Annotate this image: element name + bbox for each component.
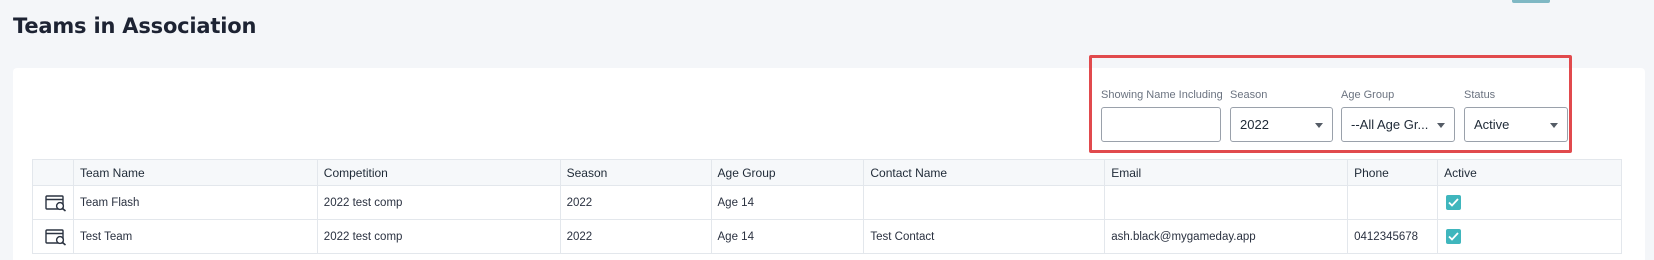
column-header-age-group[interactable]: Age Group [710, 159, 865, 186]
contact-name-cell [863, 185, 1106, 220]
season-select[interactable]: 2022 [1230, 107, 1333, 142]
season-cell: 2022 [559, 219, 712, 254]
filter-age-group-label: Age Group [1341, 89, 1395, 101]
column-header-contact-name[interactable]: Contact Name [863, 159, 1106, 186]
filter-bar: Showing Name Including Season 2022 Age G… [1101, 89, 1631, 142]
table-header-row: Team Name Competition Season Age Group C… [32, 159, 1622, 186]
teams-table: Team Name Competition Season Age Group C… [32, 159, 1622, 254]
column-header-phone[interactable]: Phone [1347, 159, 1439, 186]
season-select-value: 2022 [1240, 117, 1269, 132]
checkbox-checked-icon[interactable] [1446, 195, 1462, 210]
phone-cell [1347, 185, 1439, 220]
column-header-season[interactable]: Season [559, 159, 712, 186]
column-header-competition[interactable]: Competition [316, 159, 561, 186]
filter-name: Showing Name Including [1101, 89, 1223, 142]
page-title: Teams in Association [13, 14, 257, 38]
name-search-input[interactable] [1101, 107, 1221, 142]
age-group-cell: Age 14 [710, 219, 865, 254]
checkbox-checked-icon[interactable] [1446, 229, 1462, 244]
age-group-select[interactable]: --All Age Gr... [1341, 107, 1455, 142]
email-cell [1104, 185, 1349, 220]
filter-status: Status Active [1464, 89, 1568, 142]
filter-season-label: Season [1230, 89, 1268, 101]
filter-age-group: Age Group --All Age Gr... [1341, 89, 1455, 142]
chevron-down-icon [1315, 122, 1323, 128]
filter-status-label: Status [1464, 89, 1496, 101]
view-cell [32, 219, 74, 254]
chevron-down-icon [1550, 122, 1558, 128]
corner-tab-accent [1512, 0, 1550, 3]
competition-cell: 2022 test comp [316, 185, 561, 220]
status-select-value: Active [1474, 117, 1510, 132]
age-group-cell: Age 14 [710, 185, 865, 220]
active-cell [1437, 185, 1622, 220]
view-cell [32, 185, 74, 220]
active-cell [1437, 219, 1622, 254]
column-header-active[interactable]: Active [1437, 159, 1622, 186]
filter-name-label: Showing Name Including [1101, 89, 1223, 101]
table-row: Team Flash 2022 test comp 2022 Age 14 [32, 185, 1622, 220]
email-cell: ash.black@mygameday.app [1104, 219, 1349, 254]
view-details-icon[interactable] [45, 228, 67, 246]
chevron-down-icon [1437, 122, 1445, 128]
status-select[interactable]: Active [1464, 107, 1568, 142]
filter-season: Season 2022 [1230, 89, 1333, 142]
column-header-email[interactable]: Email [1104, 159, 1349, 186]
team-name-cell: Team Flash [72, 185, 318, 220]
view-details-icon[interactable] [45, 194, 67, 212]
competition-cell: 2022 test comp [316, 219, 561, 254]
phone-cell: 0412345678 [1347, 219, 1439, 254]
column-header-team-name[interactable]: Team Name [72, 159, 318, 186]
team-name-cell: Test Team [72, 219, 318, 254]
column-header-view [32, 159, 74, 186]
contact-name-cell: Test Contact [863, 219, 1106, 254]
age-group-select-value: --All Age Gr... [1351, 117, 1429, 132]
table-row: Test Team 2022 test comp 2022 Age 14 Tes… [32, 219, 1622, 254]
season-cell: 2022 [559, 185, 712, 220]
